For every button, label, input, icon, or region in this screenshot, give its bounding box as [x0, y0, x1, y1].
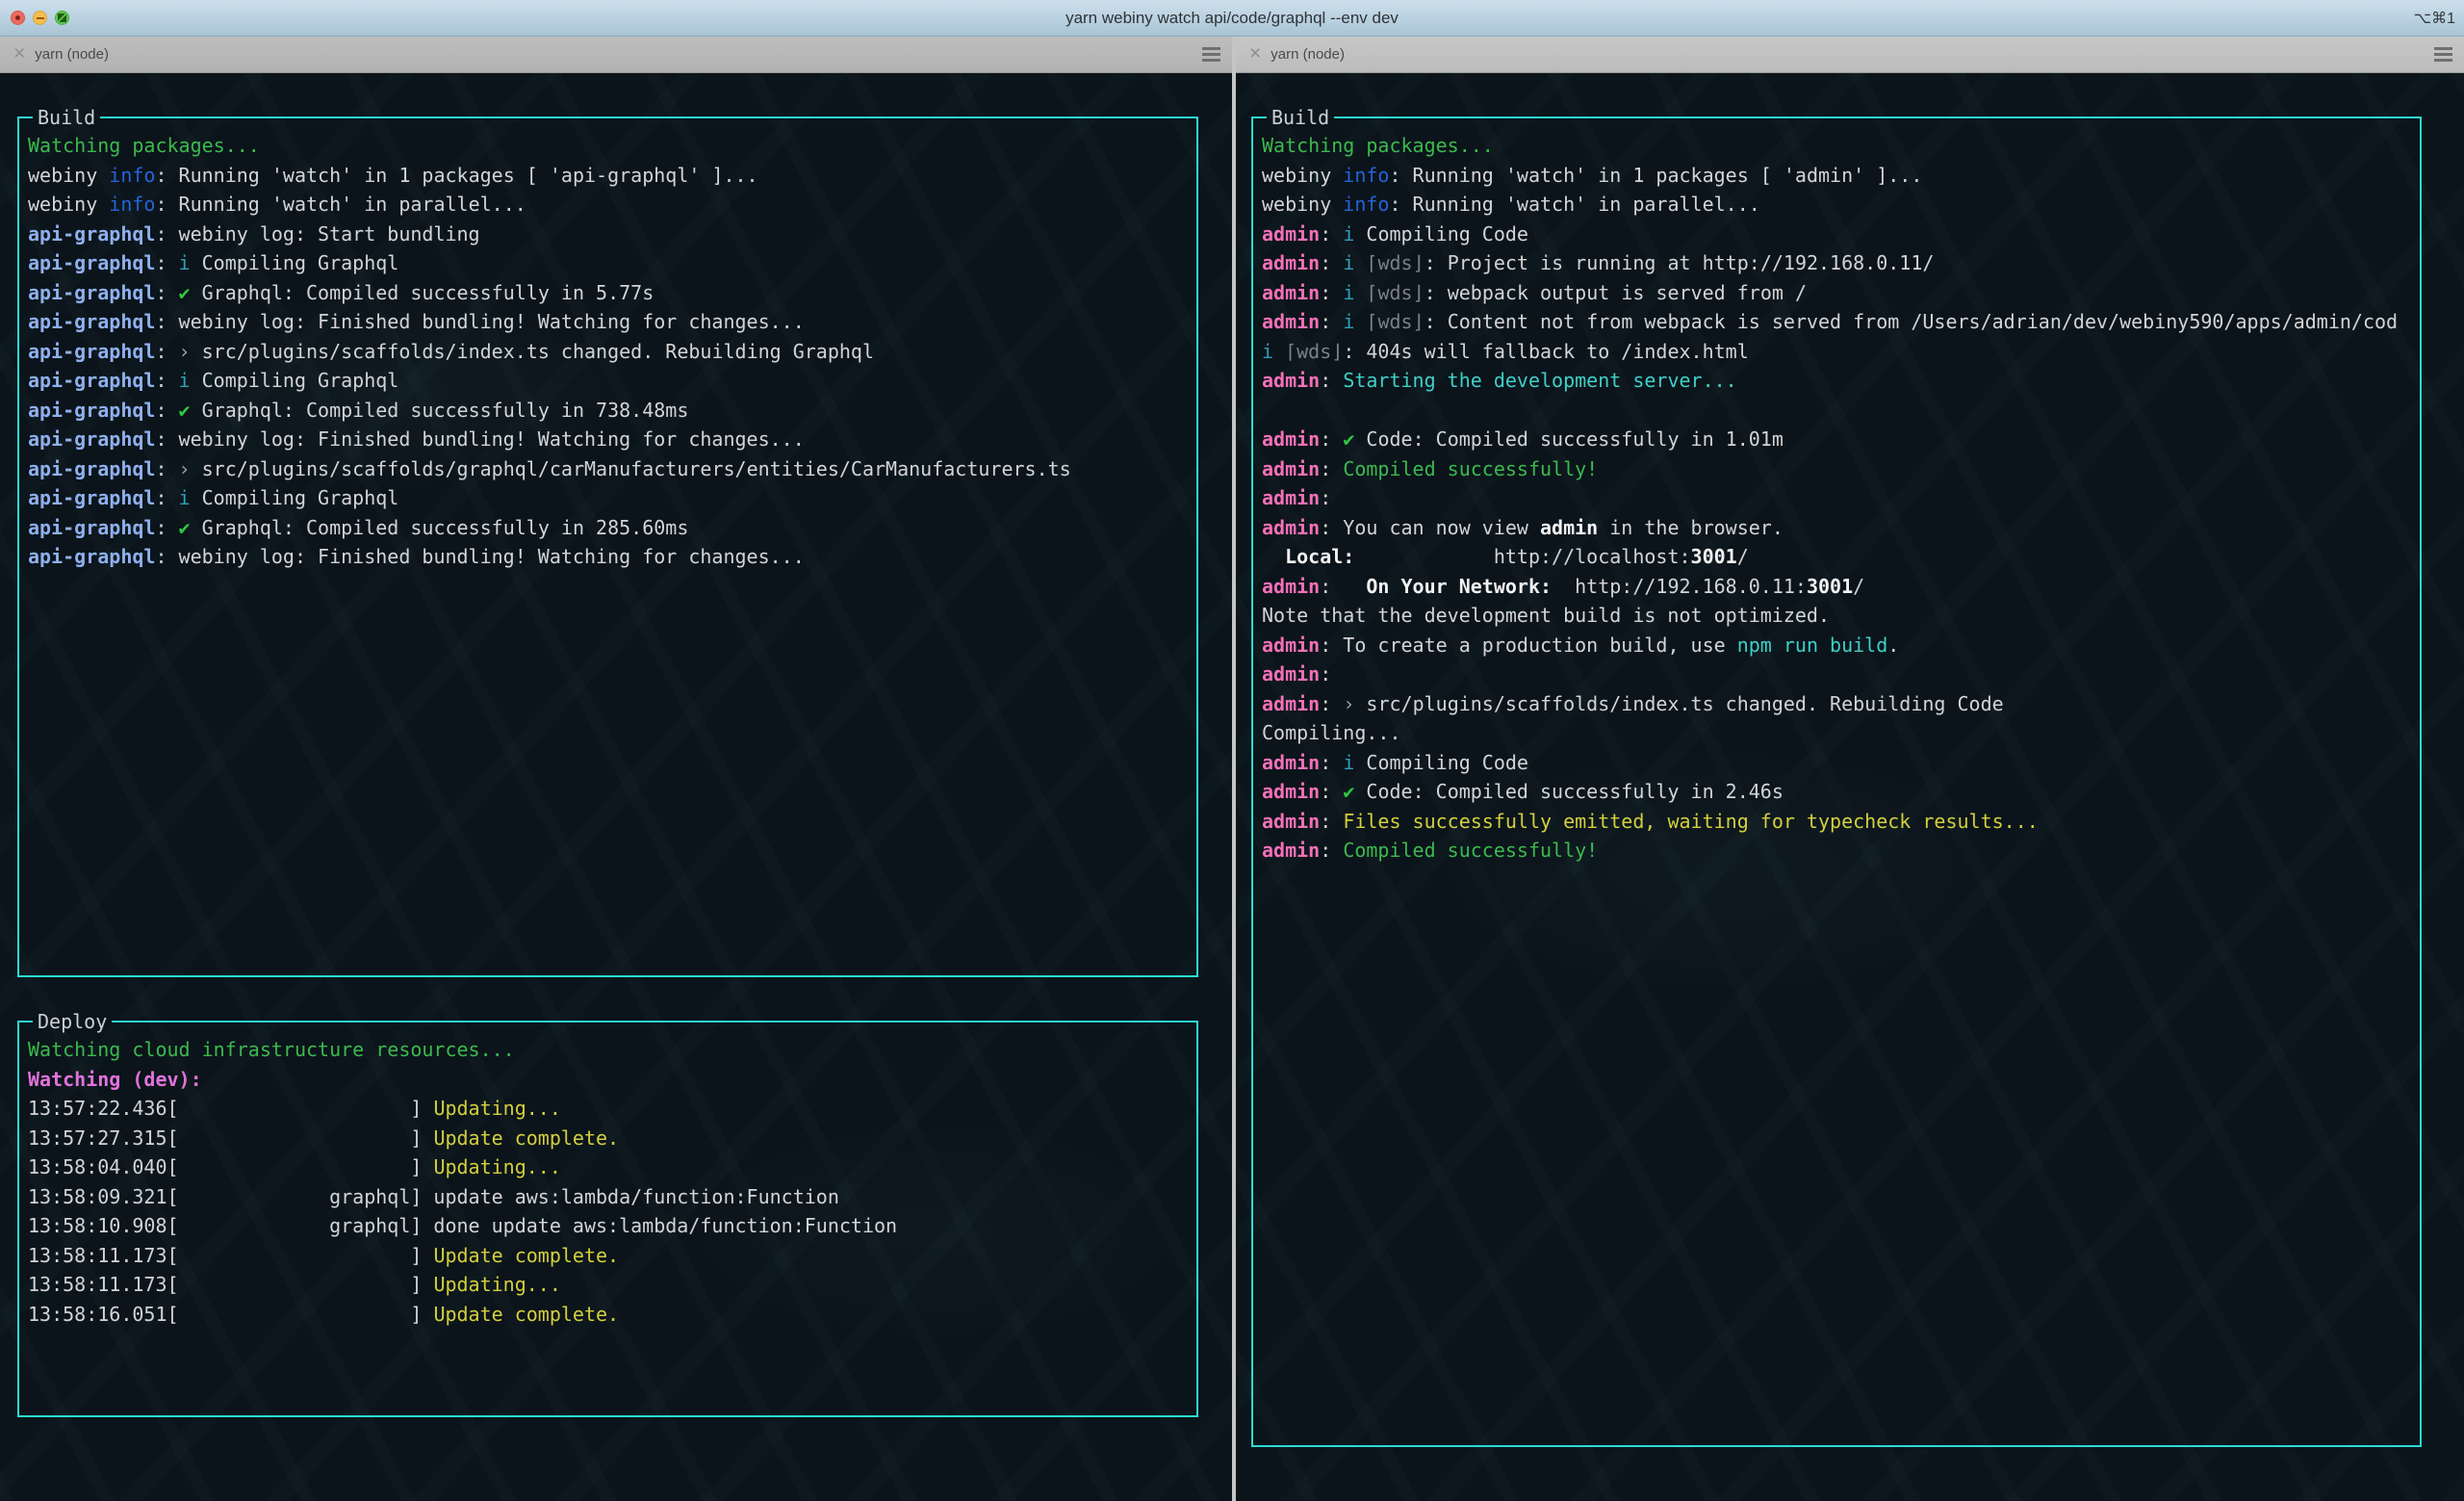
terminal-line: admin: › src/plugins/scaffolds/index.ts … — [1262, 689, 2412, 719]
terminal-line: Compiling... — [1262, 718, 2412, 748]
terminal-line: 13:58:16.051[ ] Update complete. — [28, 1300, 1189, 1330]
window-title: yarn webiny watch api/code/graphql --env… — [0, 9, 2464, 28]
terminal-line: admin: i ⌈wds⌋: webpack output is served… — [1262, 278, 2412, 308]
deploy-panel: Deploy Watching cloud infrastructure res… — [17, 1012, 1198, 1417]
build-panel: Build Watching packages...webiny info: R… — [17, 108, 1198, 977]
window-shortcut-badge: ⌥⌘1 — [2414, 9, 2464, 28]
terminal-pane-right[interactable]: Build Watching packages...webiny info: R… — [1236, 73, 2464, 1501]
log-output: Watching cloud infrastructure resources.… — [28, 1035, 1189, 1329]
minimize-icon — [37, 17, 44, 19]
terminal-line: api-graphql: ✔ Graphql: Compiled success… — [28, 278, 1189, 308]
terminal-line: Note that the development build is not o… — [1262, 601, 2412, 631]
terminal-line: admin: i ⌈wds⌋: Content not from webpack… — [1262, 307, 2412, 337]
panel-title: Build — [33, 108, 100, 127]
tab-label[interactable]: yarn (node) — [1270, 46, 1345, 63]
terminal-line: admin: Files successfully emitted, waiti… — [1262, 807, 2412, 837]
terminal-pane-left[interactable]: Build Watching packages...webiny info: R… — [0, 73, 1232, 1501]
terminal-line: admin: Compiled successfully! — [1262, 836, 2412, 866]
panel-title: Build — [1267, 108, 1334, 127]
close-modified-dot-icon — [15, 15, 20, 20]
minimize-window-button[interactable] — [33, 11, 47, 25]
terminal-line: admin: i Compiling Code — [1262, 220, 2412, 249]
terminal-line: admin: — [1262, 483, 2412, 513]
terminal-line: api-graphql: i Compiling Graphql — [28, 366, 1189, 396]
terminal-line: Local: http://localhost:3001/ — [1262, 542, 2412, 572]
log-output: Watching packages...webiny info: Running… — [28, 131, 1189, 572]
terminal-line: admin: You can now view admin in the bro… — [1262, 513, 2412, 543]
terminal-line: 13:57:22.436[ ] Updating... — [28, 1094, 1189, 1124]
build-panel: Build Watching packages...webiny info: R… — [1251, 108, 2422, 1447]
terminal-line: admin: Starting the development server..… — [1262, 366, 2412, 396]
terminal-line: api-graphql: › src/plugins/scaffolds/gra… — [28, 454, 1189, 484]
fullscreen-icon — [58, 13, 66, 22]
tab-left-yarn-node[interactable]: × yarn (node) — [0, 37, 1232, 73]
terminal-line: api-graphql: webiny log: Finished bundli… — [28, 425, 1189, 454]
terminal-line — [1262, 396, 2412, 426]
tab-label[interactable]: yarn (node) — [35, 46, 109, 63]
terminal-line: admin: Compiled successfully! — [1262, 454, 2412, 484]
terminal-line: 13:58:09.321[ graphql] update aws:lambda… — [28, 1182, 1189, 1212]
terminal-line: api-graphql: i Compiling Graphql — [28, 483, 1189, 513]
terminal-line: admin: ✔ Code: Compiled successfully in … — [1262, 425, 2412, 454]
terminal-line: admin: i Compiling Code — [1262, 748, 2412, 778]
traffic-lights — [0, 11, 69, 25]
hamburger-menu-icon[interactable] — [2434, 47, 2452, 62]
tab-row: × yarn (node) × yarn (node) — [0, 37, 2464, 73]
terminal-line: api-graphql: webiny log: Finished bundli… — [28, 307, 1189, 337]
terminal-line: api-graphql: webiny log: Finished bundli… — [28, 542, 1189, 572]
panel-title: Deploy — [33, 1012, 112, 1031]
log-output: Watching packages...webiny info: Running… — [1262, 131, 2412, 866]
close-window-button[interactable] — [11, 11, 25, 25]
terminal-line: api-graphql: › src/plugins/scaffolds/ind… — [28, 337, 1189, 367]
terminal-line: 13:57:27.315[ ] Update complete. — [28, 1124, 1189, 1153]
terminal-line: api-graphql: ✔ Graphql: Compiled success… — [28, 513, 1189, 543]
window-titlebar: yarn webiny watch api/code/graphql --env… — [0, 0, 2464, 37]
terminal-line: webiny info: Running 'watch' in parallel… — [28, 190, 1189, 220]
terminal-line: 13:58:10.908[ graphql] done update aws:l… — [28, 1211, 1189, 1241]
terminal-line: webiny info: Running 'watch' in parallel… — [1262, 190, 2412, 220]
terminal-line: Watching (dev): — [28, 1065, 1189, 1095]
terminal-line: admin: To create a production build, use… — [1262, 631, 2412, 660]
terminal-line: webiny info: Running 'watch' in 1 packag… — [28, 161, 1189, 191]
terminal-line: 13:58:11.173[ ] Update complete. — [28, 1241, 1189, 1271]
close-tab-icon[interactable]: × — [0, 43, 35, 65]
terminal-line: admin: ✔ Code: Compiled successfully in … — [1262, 777, 2412, 807]
terminal-line: admin: — [1262, 660, 2412, 689]
terminal-line: admin: On Your Network: http://192.168.0… — [1262, 572, 2412, 602]
terminal-line: api-graphql: ✔ Graphql: Compiled success… — [28, 396, 1189, 426]
terminal-line: admin: i ⌈wds⌋: Project is running at ht… — [1262, 248, 2412, 278]
hamburger-menu-icon[interactable] — [1202, 47, 1220, 62]
terminal-line: i ⌈wds⌋: 404s will fallback to /index.ht… — [1262, 337, 2412, 367]
close-tab-icon[interactable]: × — [1236, 43, 1270, 65]
terminal-line: 13:58:04.040[ ] Updating... — [28, 1152, 1189, 1182]
terminal-line: api-graphql: i Compiling Graphql — [28, 248, 1189, 278]
tab-right-yarn-node[interactable]: × yarn (node) — [1236, 37, 2464, 73]
terminal-line: Watching cloud infrastructure resources.… — [28, 1035, 1189, 1065]
terminal-line: webiny info: Running 'watch' in 1 packag… — [1262, 161, 2412, 191]
terminal-line: Watching packages... — [1262, 131, 2412, 161]
terminal-line: Watching packages... — [28, 131, 1189, 161]
terminal-line: api-graphql: webiny log: Start bundling — [28, 220, 1189, 249]
terminal-content: Build Watching packages...webiny info: R… — [0, 73, 2464, 1501]
terminal-line: 13:58:11.173[ ] Updating... — [28, 1270, 1189, 1300]
zoom-window-button[interactable] — [55, 11, 69, 25]
